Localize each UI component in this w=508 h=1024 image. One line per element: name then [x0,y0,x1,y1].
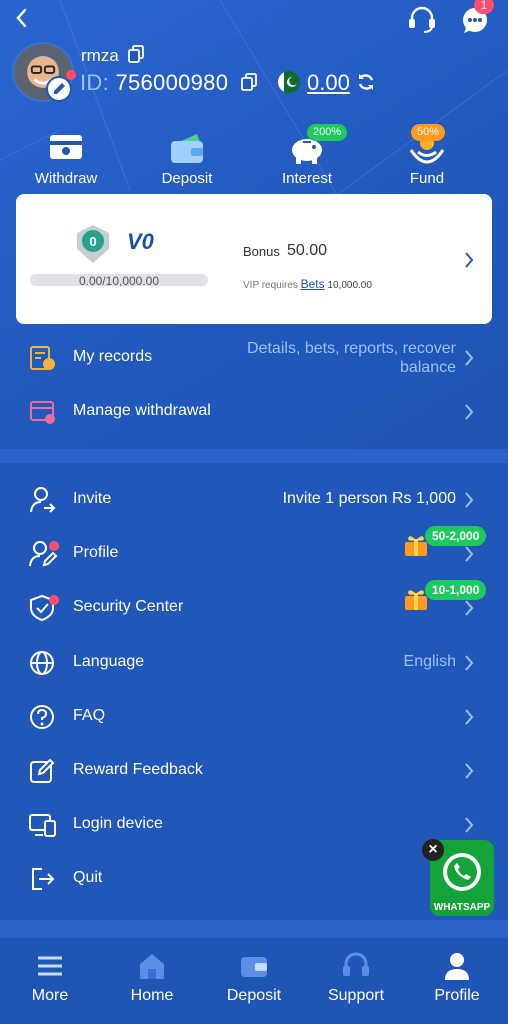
menu-icon [38,956,62,976]
description-line-1: Details, bets, reports, recover [247,340,456,357]
vip-progress-text: 0.00/10,000.00 [78,274,160,288]
menu-label: Login device [73,815,163,832]
wallet-icon [241,957,267,977]
invite-reward-text: Invite 1 person Rs 1,000 [282,490,456,507]
vip-badge-number: 0 [89,234,96,249]
wallet-icon [171,134,203,163]
deposit-button[interactable]: Deposit [137,132,237,187]
security-reward-tag: 10-1,000 [425,580,487,600]
profile-reward-tag: 50-2,000 [425,526,487,546]
menu-item-my-records[interactable]: My records Details, bets, reports, recov… [0,331,508,385]
globe-icon [30,651,54,675]
avatar-notification-dot [66,70,76,80]
user-icon [445,953,469,980]
question-icon [30,705,54,729]
chevron-right-icon [465,817,474,833]
security-red-dot [49,595,59,605]
home-icon [140,954,164,979]
refresh-icon[interactable] [356,72,376,92]
vip-level-badge-icon: 0 [77,225,109,263]
user-id: ID: 756000980 [80,70,257,96]
whatsapp-label: WHATSAPP [433,902,491,913]
username-text: rmza [81,46,119,65]
tab-label: Deposit [226,987,282,1004]
customer-service-icon[interactable] [406,4,438,34]
tab-deposit[interactable]: Deposit [204,950,304,1005]
headset-icon [343,952,369,976]
my-records-description: Details, bets, reports, recover balance [247,339,456,377]
language-value: English [403,653,456,670]
copy-icon[interactable] [127,45,144,63]
chevron-right-icon [465,492,474,508]
section-divider [0,449,508,463]
vip-requires-label: VIP requires [243,280,298,291]
chevron-right-icon [465,655,474,671]
fund-label: Fund [409,170,445,187]
vip-requires-amount: 10,000.00 [327,280,372,291]
records-icon [30,346,55,370]
invite-icon [30,487,56,513]
menu-item-language[interactable]: Language English [0,636,508,690]
interest-tag: 200% [307,124,348,141]
chevron-right-icon [465,350,474,366]
withdraw-button[interactable]: Withdraw [16,132,116,187]
withdraw-label: Withdraw [34,170,98,187]
chevron-right-icon [465,404,474,420]
pakistan-flag-icon [278,71,300,93]
menu-label: Quit [73,869,103,886]
tab-home[interactable]: Home [102,950,202,1005]
back-arrow-icon[interactable] [8,4,36,32]
menu-label: My records [73,348,153,365]
chevron-right-icon [465,709,474,725]
copy-id-icon[interactable] [240,73,257,91]
description-line-2: balance [399,359,456,376]
menu-label: Profile [73,544,119,561]
tab-label: More [31,987,69,1004]
fund-tag: 50% [411,124,446,141]
tab-support[interactable]: Support [306,950,406,1005]
interest-button[interactable]: Interest [257,132,357,187]
profile-red-dot [49,541,59,551]
bonus-label: Bonus [243,244,280,259]
tab-label: Profile [434,987,480,1004]
tab-profile[interactable]: Profile [407,950,507,1005]
menu-item-reward-feedback[interactable]: Reward Feedback [0,744,508,798]
chevron-right-icon [465,600,474,616]
user-id-value: 756000980 [115,70,229,95]
menu-label: Security Center [73,598,184,615]
tab-label: Home [130,987,174,1004]
deposit-label: Deposit [161,170,213,187]
edit-icon [30,758,55,783]
device-icon [29,814,56,837]
user-id-label: ID: [80,70,110,95]
pencil-icon [54,83,65,94]
vip-level: V0 [127,229,154,254]
section-divider-bottom [0,920,508,938]
balance-value: 0.00 [307,70,350,95]
bonus-value: 50.00 [287,242,328,259]
chevron-right-icon [465,252,474,268]
menu-label: Manage withdrawal [73,402,211,419]
chevron-right-icon [465,763,474,779]
menu-label: Invite [73,490,112,507]
logout-icon [32,868,55,890]
menu-label: FAQ [73,707,106,724]
menu-item-invite[interactable]: Invite Invite 1 person Rs 1,000 [0,473,508,527]
tab-label: Support [327,987,385,1004]
menu-label: Language [73,653,145,670]
menu-item-manage-withdrawal[interactable]: Manage withdrawal [0,385,508,439]
bottom-tab-bar: More Home Deposit Support Profile [0,938,508,1024]
vip-requirement: VIP requires Bets 10,000.00 [243,277,372,291]
avatar-edit-button[interactable] [46,76,72,102]
tab-more[interactable]: More [0,950,100,1005]
manage-withdrawal-icon [30,401,55,424]
menu-item-faq[interactable]: FAQ [0,690,508,744]
whatsapp-close-button[interactable]: × [422,839,444,861]
withdraw-icon [50,135,82,159]
username: rmza [81,45,144,66]
chevron-right-icon [465,546,474,562]
bets-link[interactable]: Bets [301,277,325,291]
menu-label: Reward Feedback [73,761,203,778]
interest-label: Interest [281,170,333,187]
